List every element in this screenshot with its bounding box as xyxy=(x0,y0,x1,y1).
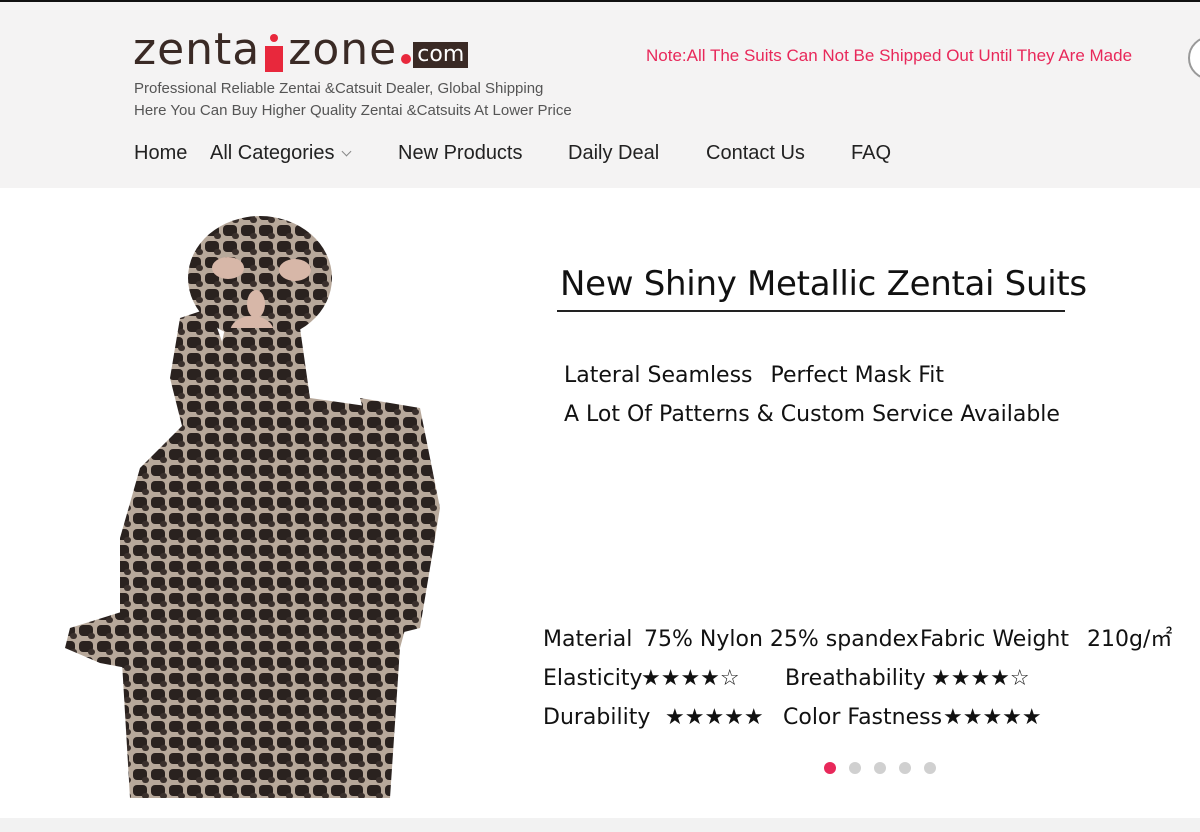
carousel-dot-2[interactable] xyxy=(849,762,861,774)
logo-text-part2: zone xyxy=(288,24,398,75)
headline-underline xyxy=(557,310,1065,312)
shipping-note: Note:All The Suits Can Not Be Shipped Ou… xyxy=(646,46,1133,65)
color-fastness-label: Color Fastness xyxy=(783,705,943,730)
feature-mask-fit: Perfect Mask Fit xyxy=(770,363,945,388)
feature-line-2: A Lot Of Patterns & Custom Service Avail… xyxy=(564,402,1060,427)
color-fastness-stars: ★★★★★ xyxy=(943,705,1042,730)
site-logo[interactable]: zenta zone com xyxy=(133,24,469,75)
logo-red-i-icon xyxy=(261,34,287,72)
chevron-down-icon xyxy=(341,146,351,157)
nav-faq[interactable]: FAQ xyxy=(851,142,891,165)
breathability-label: Breathability xyxy=(785,666,926,691)
logo-dot-icon xyxy=(401,54,412,64)
header-round-button[interactable] xyxy=(1188,36,1200,80)
fabric-weight-label: Fabric Weight xyxy=(920,627,1069,652)
nav-all-categories[interactable]: All Categories xyxy=(210,142,351,165)
durability-stars: ★★★★★ xyxy=(665,705,764,730)
carousel-dots xyxy=(824,762,936,774)
logo-text-part1: zenta xyxy=(133,24,261,75)
model-photo xyxy=(65,216,440,798)
nav-home[interactable]: Home xyxy=(134,142,187,165)
banner-headline: New Shiny Metallic Zentai Suits xyxy=(560,264,1087,304)
nav-daily-deal[interactable]: Daily Deal xyxy=(568,142,659,165)
durability-label: Durability xyxy=(543,705,651,730)
hero-banner[interactable]: New Shiny Metallic Zentai Suits Lateral … xyxy=(0,188,1200,818)
nav-contact-us[interactable]: Contact Us xyxy=(706,142,805,165)
carousel-dot-3[interactable] xyxy=(874,762,886,774)
logo-com-badge: com xyxy=(413,42,469,68)
fabric-weight-value: 210g/㎡ xyxy=(1087,627,1173,652)
site-header: zenta zone com Professional Reliable Zenta… xyxy=(0,2,1200,188)
carousel-dot-4[interactable] xyxy=(899,762,911,774)
carousel-dot-5[interactable] xyxy=(924,762,936,774)
elasticity-label: Elasticity xyxy=(543,666,643,691)
breathability-stars: ★★★★☆ xyxy=(931,666,1030,691)
page-bottom-strip xyxy=(0,818,1200,832)
tagline-1: Professional Reliable Zentai &Catsuit De… xyxy=(134,80,544,97)
elasticity-stars: ★★★★☆ xyxy=(641,666,740,691)
tagline-2: Here You Can Buy Higher Quality Zentai &… xyxy=(134,102,572,119)
carousel-dot-1[interactable] xyxy=(824,762,836,774)
material-value: 75% Nylon 25% spandex xyxy=(644,627,919,652)
nav-new-products[interactable]: New Products xyxy=(398,142,523,165)
feature-line-1: Lateral Seamless Perfect Mask Fit xyxy=(564,363,962,388)
feature-lateral-seamless: Lateral Seamless xyxy=(564,363,753,388)
material-label: Material xyxy=(543,627,633,652)
